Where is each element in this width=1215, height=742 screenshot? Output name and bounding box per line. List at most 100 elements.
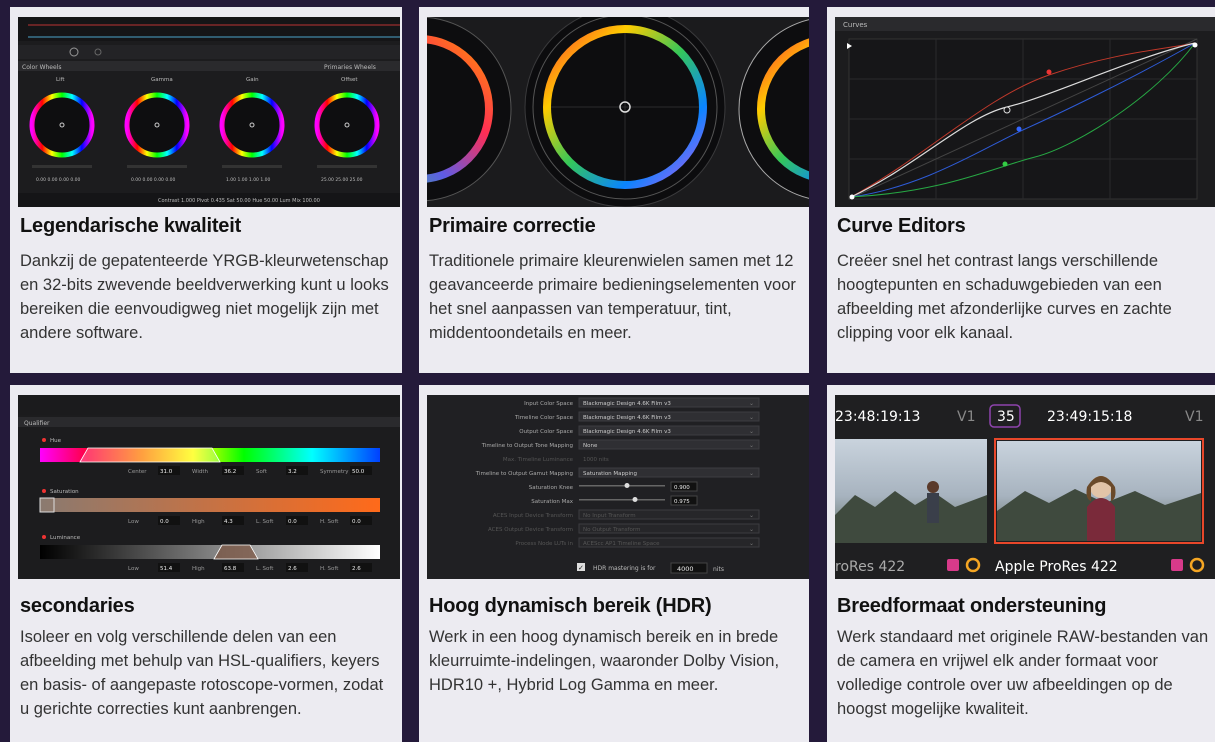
hdr-dropdown-value: ACEScc AP1 Timeline Space	[583, 541, 660, 547]
qualifier-value: 51.4	[160, 566, 173, 572]
hdr-settings-screenshot: Input Color Space Blackmagic Design 4.6K …	[427, 395, 809, 579]
wheel-values: 0.00 0.00 0.00 0.00	[36, 177, 81, 183]
wheel-label: Gain	[246, 77, 259, 83]
chevron-down-icon: ⌄	[749, 429, 754, 435]
card-body: Traditionele primaire kleurenwielen same…	[429, 252, 796, 342]
hdr-setting-label: Timeline to Output Gamut Mapping	[475, 471, 573, 477]
qualifier-field-label: High	[192, 519, 205, 525]
qualifier-value: 0.0	[160, 519, 169, 525]
hdr-setting-label: ACES Output Device Transform	[488, 527, 573, 533]
hdr-dropdown-value: Blackmagic Design 4.6K Film v3	[583, 429, 671, 435]
qualifier-value: 0.0	[352, 519, 361, 525]
chevron-down-icon: ⌄	[749, 415, 754, 421]
hdr-setting-label: Timeline to Output Tone Mapping	[481, 443, 573, 449]
hdr-setting-label: Saturation Max	[531, 499, 574, 505]
hdr-slider[interactable]	[579, 499, 665, 501]
hdr-setting-label: Timeline Color Space	[514, 415, 574, 421]
wheel-master-slider[interactable]	[222, 165, 282, 168]
color-wheel[interactable]	[29, 92, 95, 158]
features-grid: Color Wheels Primaries Wheels Lift 0.00 0…	[0, 0, 1215, 742]
chevron-down-icon: ⌄	[749, 401, 754, 407]
hdr-dropdown[interactable]	[578, 439, 760, 450]
hdr-setting-value: 1000 nits	[583, 457, 609, 463]
card-title: Curve Editors	[837, 215, 966, 237]
qualifier-value: 2.6	[288, 566, 297, 572]
hdr-setting-label: Output Color Space	[519, 429, 573, 435]
chevron-down-icon: ⌄	[749, 527, 754, 533]
qualifier-screenshot: Qualifier Hue Center 31.0 Width 36.2 Soft 3.2…	[18, 395, 400, 579]
hdr-slider-handle[interactable]	[624, 483, 630, 488]
hdr-setting-label: Process Node LUTs in	[515, 541, 573, 547]
hue-label: Hue	[50, 438, 62, 444]
track-right: V1	[1185, 409, 1203, 425]
codec-right: Apple ProRes 422	[995, 559, 1118, 575]
qualifier-field-label: Width	[192, 469, 208, 475]
qualifier-value: 3.2	[288, 469, 297, 475]
chevron-down-icon: ⌄	[749, 513, 754, 519]
primaries-wheels-label: Primaries Wheels	[324, 64, 376, 71]
chevron-down-icon: ⌄	[749, 471, 754, 477]
hdr-slider-value[interactable]: 0.900	[674, 485, 690, 491]
curves-screenshot: Curves	[835, 17, 1215, 207]
wheel-label: Lift	[56, 77, 65, 83]
track-left: V1	[957, 409, 975, 425]
wheel-master-slider[interactable]	[317, 165, 377, 168]
card-title: Legendarische kwaliteit	[20, 215, 242, 237]
qualifier-value: 0.0	[288, 519, 297, 525]
svg-text:✓: ✓	[578, 564, 584, 572]
wheel-master-slider[interactable]	[127, 165, 187, 168]
wheel-values: 0.00 0.00 0.00 0.00	[131, 177, 176, 183]
hdr-mastering-value: 4000	[677, 565, 694, 573]
hdr-slider-handle[interactable]	[632, 497, 638, 502]
wheels-footer: Contrast 1.000 Pivot 0.435 Sat 50.00 Hue…	[158, 198, 320, 204]
hdr-slider[interactable]	[579, 485, 665, 487]
card-body: Werk in een hoog dynamisch bereik en in …	[429, 628, 780, 694]
feature-card-quality: Color Wheels Primaries Wheels Lift 0.00 0…	[10, 7, 402, 373]
wheel-label: Offset	[341, 77, 358, 83]
qualifier-header: Qualifier	[24, 420, 50, 427]
codec-left: roRes 422	[835, 559, 905, 575]
feature-card-primary: Primaire correctie Traditionele primaire…	[419, 7, 809, 373]
feature-card-secondaries: Qualifier Hue Center 31.0 Width 36.2 Soft 3.2…	[10, 385, 402, 742]
qualifier-field-label: Center	[128, 469, 147, 475]
qualifier-field-label: High	[192, 566, 205, 572]
feature-card-hdr: Input Color Space Blackmagic Design 4.6K …	[419, 385, 809, 742]
color-wheel[interactable]	[314, 92, 380, 158]
hdr-dropdown-value: None	[583, 443, 598, 449]
qualifier-field-label: L. Soft	[256, 566, 274, 572]
clip-number: 35	[997, 409, 1015, 425]
hdr-setting-label: ACES Input Device Transform	[493, 513, 573, 519]
qualifier-field-label: Low	[128, 566, 139, 572]
card-body: Werk standaard met originele RAW-bestand…	[837, 628, 1209, 718]
hdr-mastering-label: HDR mastering is for	[593, 565, 656, 572]
wheel-values: 25.00 25.00 25.00	[321, 177, 363, 183]
feature-card-curves: Curves Curve Editors Creëer snel het con…	[827, 7, 1215, 373]
qualifier-field-label: H. Soft	[320, 566, 339, 572]
hdr-dropdown-value: Blackmagic Design 4.6K Film v3	[583, 415, 671, 421]
wheel-values: 1.00 1.00 1.00 1.00	[226, 177, 271, 183]
feature-card-formats: 23:48:19:13 V1 35 23:49:15:18 V1 roRes 4…	[827, 385, 1215, 742]
luminance-label: Luminance	[50, 535, 81, 541]
chevron-down-icon: ⌄	[749, 443, 754, 449]
hdr-slider-value[interactable]: 0.975	[674, 499, 690, 505]
card-body: Isoleer en volg verschillende delen van …	[20, 628, 384, 718]
hdr-setting-label: Saturation Knee	[529, 485, 574, 491]
hdr-dropdown-value: No Output Transform	[583, 527, 640, 533]
qualifier-value: 50.0	[352, 469, 365, 475]
wheel-master-slider[interactable]	[32, 165, 92, 168]
color-wheel[interactable]	[219, 92, 285, 158]
timecode-left: 23:48:19:13	[835, 409, 920, 425]
hdr-dropdown-value: Blackmagic Design 4.6K Film v3	[583, 401, 671, 407]
chevron-down-icon: ⌄	[749, 541, 754, 547]
card-title: Breedformaat ondersteuning	[837, 595, 1107, 617]
wheel-label: Gamma	[151, 77, 173, 83]
card-body: Creëer snel het contrast langs verschill…	[837, 252, 1172, 342]
card-title: Primaire correctie	[429, 215, 596, 237]
qualifier-field-label: Soft	[256, 469, 268, 475]
qualifier-field-label: Low	[128, 519, 139, 525]
color-wheels-screenshot: Color Wheels Primaries Wheels Lift 0.00 0…	[18, 17, 400, 207]
timecode-right: 23:49:15:18	[1047, 409, 1132, 425]
hdr-setting-label: Input Color Space	[524, 401, 573, 407]
color-wheel[interactable]	[124, 92, 190, 158]
qualifier-value: 31.0	[160, 469, 173, 475]
